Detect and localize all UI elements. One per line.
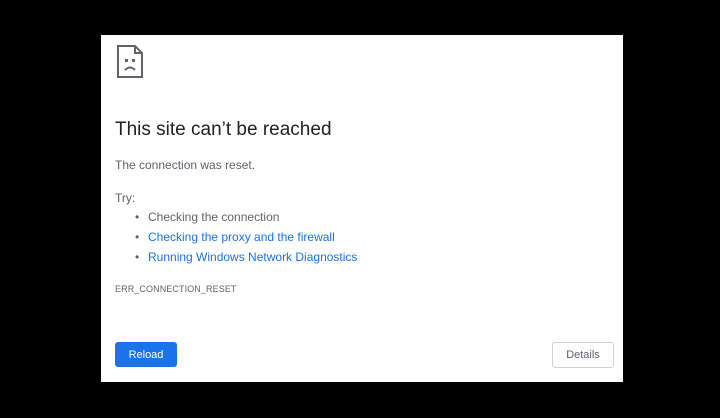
check-proxy-firewall-link[interactable]: Checking the proxy and the firewall — [148, 230, 335, 244]
reload-button[interactable]: Reload — [115, 342, 177, 367]
network-diagnostics-link[interactable]: Running Windows Network Diagnostics — [148, 250, 357, 264]
suggestion-label: Checking the connection — [148, 210, 280, 224]
error-code: ERR_CONNECTION_RESET — [115, 284, 237, 294]
error-summary: The connection was reset. — [115, 158, 256, 172]
bullet: • — [135, 250, 140, 264]
details-button[interactable]: Details — [552, 342, 614, 368]
bullet: • — [135, 210, 140, 224]
try-label: Try: — [115, 191, 136, 205]
suggestion-check-connection: • Checking the connection — [115, 207, 357, 227]
suggestion-network-diagnostics[interactable]: • Running Windows Network Diagnostics — [115, 247, 357, 267]
sad-page-icon — [116, 44, 144, 79]
browser-viewport: This site can’t be reached The connectio… — [101, 35, 623, 382]
bullet: • — [135, 230, 140, 244]
suggestion-check-proxy-firewall[interactable]: • Checking the proxy and the firewall — [115, 227, 357, 247]
suggestions-list: • Checking the connection • Checking the… — [115, 207, 357, 267]
page-title: This site can’t be reached — [115, 119, 332, 140]
